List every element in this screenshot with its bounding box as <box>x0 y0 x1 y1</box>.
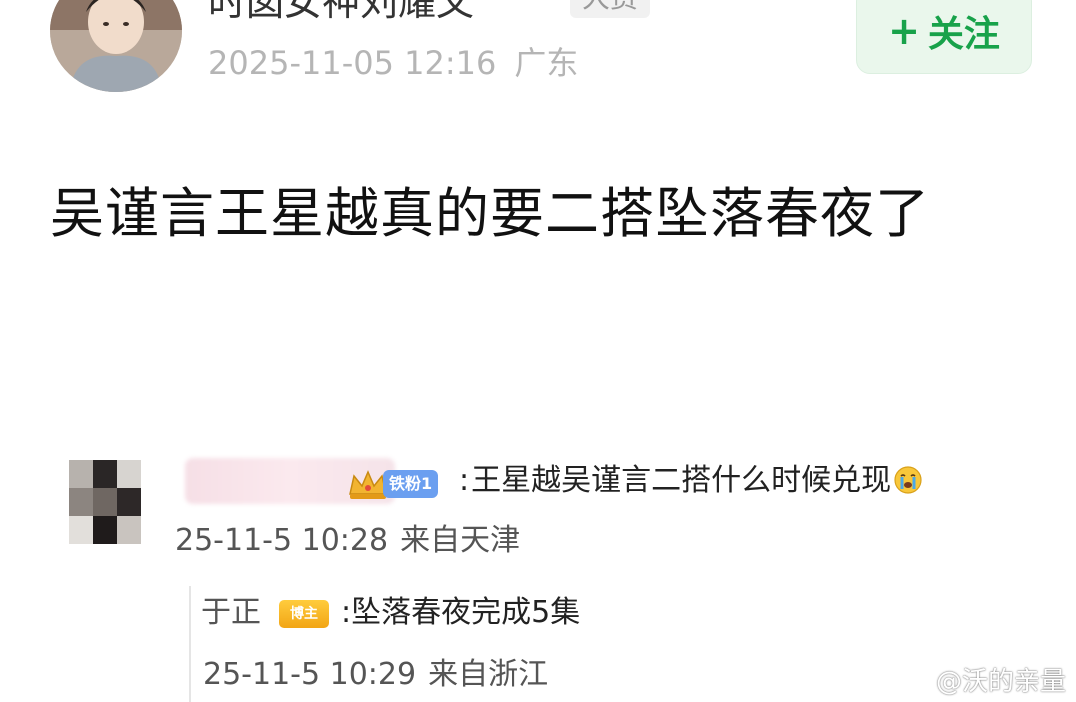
post-timestamp: 2025-11-05 12:16 <box>208 44 497 82</box>
follow-button-label: 关注 <box>927 14 1000 55</box>
reply-body: 坠落春夜完成5集 <box>351 595 581 630</box>
follow-button[interactable]: + 关注 <box>856 0 1032 74</box>
plus-icon: + <box>888 9 920 53</box>
reply-colon: : <box>341 595 352 630</box>
reply-meta: 25-11-5 10:29 来自浙江 <box>203 652 548 698</box>
reply-location: 来自浙江 <box>428 657 549 692</box>
user-avatar[interactable] <box>50 0 182 92</box>
role-badge: 大赏 <box>570 0 651 18</box>
watermark-text: @沃的亲量 <box>935 667 1066 697</box>
comment-colon: : <box>459 463 470 498</box>
comment-timestamp: 25-11-5 10:28 <box>175 523 389 558</box>
reply-text: :坠落春夜完成5集 <box>341 590 580 636</box>
commenter-avatar-pixelated <box>69 460 141 544</box>
comment-text: :王星越吴谨言二搭什么时候兑现 <box>459 458 923 504</box>
comment-location: 来自天津 <box>400 523 521 558</box>
blogger-badge: 博主 <box>279 600 329 628</box>
post-location: 广东 <box>514 44 579 82</box>
crying-emoji-icon <box>893 463 923 494</box>
username[interactable]: 时囡女神刘耀文 <box>208 0 474 26</box>
reply-block: 于正 博主 :坠落春夜完成5集 25-11-5 10:29 来自浙江 <box>189 586 991 702</box>
weibo-watermark: @沃的亲量 <box>890 661 1066 698</box>
post-meta: 2025-11-05 12:16 广东 <box>208 42 578 84</box>
embedded-comment-screenshot[interactable]: 铁粉1 :王星越吴谨言二搭什么时候兑现 25-11-5 10:28 来自天津 于正… <box>55 430 1015 702</box>
comment-body: 王星越吴谨言二搭什么时候兑现 <box>471 463 892 498</box>
fan-level-badge: 铁粉1 <box>383 470 439 498</box>
comment-meta: 25-11-5 10:28 来自天津 <box>175 518 520 564</box>
post-text: 吴谨言王星越真的要二搭坠落春夜了 <box>50 182 930 245</box>
reply-timestamp: 25-11-5 10:29 <box>203 657 417 692</box>
weibo-logo-icon <box>891 668 930 695</box>
reply-author-name: 于正 <box>201 595 261 630</box>
